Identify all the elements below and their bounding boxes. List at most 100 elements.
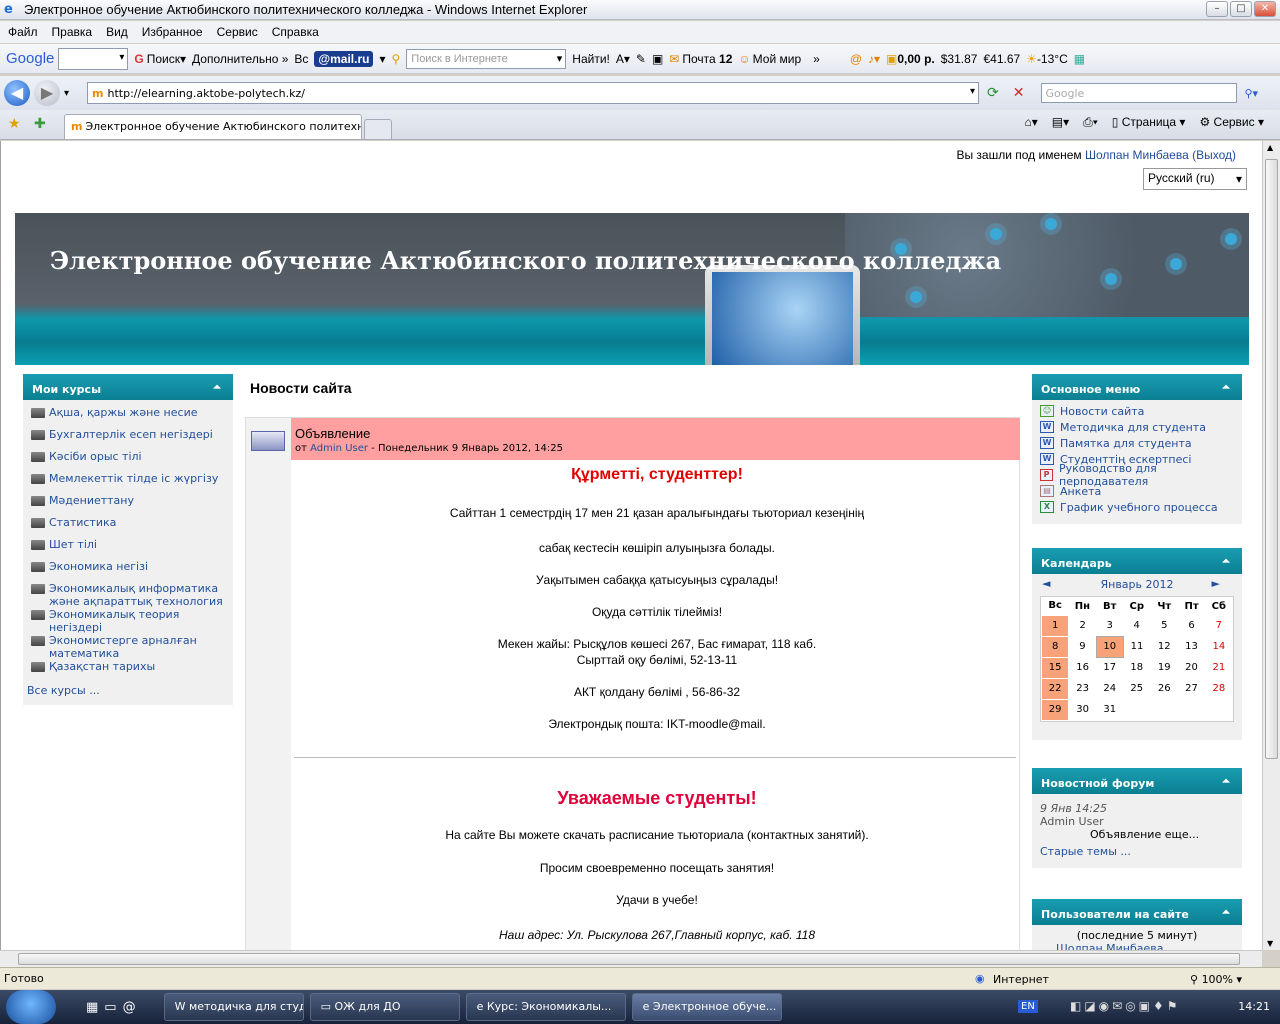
- menu-favorites[interactable]: Избранное: [142, 25, 203, 39]
- calendar-day[interactable]: 22: [1040, 677, 1070, 700]
- search-icon[interactable]: ⚲▾: [1245, 87, 1259, 100]
- menu-item-guide[interactable]: W Методичка для студента: [1040, 419, 1234, 435]
- new-tab-button[interactable]: [364, 119, 392, 139]
- minimize-button[interactable]: –: [1206, 1, 1228, 17]
- calendar-day[interactable]: 3: [1096, 615, 1123, 636]
- mailru-logo[interactable]: @mail.ru: [314, 50, 374, 67]
- address-input[interactable]: m http://elearning.aktobe-polytech.kz/: [87, 82, 980, 104]
- main-menu-header[interactable]: Основное меню ⏶: [1032, 374, 1242, 400]
- logout-link[interactable]: (Выход): [1192, 148, 1236, 162]
- calendar-day[interactable]: 30: [1069, 699, 1096, 720]
- zoom-control[interactable]: ⚲ 100% ▾: [1190, 973, 1242, 986]
- overflow-chevron-icon[interactable]: »: [813, 52, 820, 66]
- menu-view[interactable]: Вид: [106, 25, 128, 39]
- post-author-link[interactable]: Admin User: [310, 443, 368, 454]
- taskbar-item[interactable]: e Курс: Экономикалы...: [465, 993, 626, 1021]
- close-button[interactable]: ✕: [1254, 1, 1276, 17]
- menu-edit[interactable]: Правка: [52, 25, 93, 39]
- calendar-day[interactable]: 17: [1096, 657, 1123, 678]
- user-link[interactable]: Шолпан Минбаева: [1085, 148, 1189, 162]
- horizontal-scrollbar[interactable]: [0, 950, 1262, 967]
- next-month-icon[interactable]: ►: [1212, 577, 1220, 590]
- my-courses-header[interactable]: Мои курсы ⏶: [23, 374, 233, 400]
- course-item[interactable]: Экономикалық теория негіздері: [31, 608, 225, 634]
- calendar-day[interactable]: 5: [1151, 615, 1178, 636]
- course-item[interactable]: Шет тілі: [31, 538, 225, 560]
- calendar-day[interactable]: 11: [1123, 636, 1150, 657]
- calendar-day-today[interactable]: 10: [1095, 635, 1124, 658]
- google-search-button[interactable]: G Поиск ▾: [134, 52, 186, 66]
- menu-item-memo[interactable]: W Памятка для студента: [1040, 435, 1234, 451]
- taskbar-item[interactable]: W методичка для студ...: [163, 993, 304, 1021]
- quicklaunch-icons[interactable]: ▦▭@: [86, 1000, 142, 1015]
- calendar-day[interactable]: 20: [1178, 657, 1205, 678]
- course-item[interactable]: Экономистерге арналған математика: [31, 634, 225, 660]
- calendar-day[interactable]: 7: [1205, 615, 1232, 636]
- tray-icons[interactable]: ◧◪◉✉◎▣♦⚑: [1070, 999, 1181, 1013]
- google-toolbar-input[interactable]: [58, 47, 129, 70]
- calendar-day[interactable]: 14: [1205, 636, 1232, 657]
- home-icon[interactable]: ⌂▾: [1024, 115, 1037, 130]
- calendar-day[interactable]: 29: [1040, 698, 1070, 721]
- at-icon[interactable]: @: [850, 52, 862, 66]
- calendar-day[interactable]: 8: [1040, 635, 1070, 658]
- prev-month-icon[interactable]: ◄: [1042, 577, 1050, 590]
- calendar-day[interactable]: 13: [1178, 636, 1205, 657]
- calendar-day[interactable]: 9: [1069, 636, 1096, 657]
- calendar-day[interactable]: 19: [1151, 657, 1178, 678]
- back-button[interactable]: ◀: [4, 80, 30, 106]
- forum-post-link[interactable]: Объявление еще...: [1040, 828, 1234, 841]
- stop-button[interactable]: ✕: [1013, 85, 1025, 101]
- add-favorite-icon[interactable]: ✚: [34, 116, 46, 132]
- tools-menu[interactable]: ⚙ Сервис ▾: [1199, 115, 1264, 130]
- collapse-icon[interactable]: ⏶: [1222, 556, 1230, 567]
- language-indicator[interactable]: EN: [1018, 1000, 1038, 1013]
- vertical-scroll-thumb[interactable]: [1265, 159, 1278, 759]
- find-button[interactable]: Найти!: [572, 52, 610, 66]
- favorites-star-icon[interactable]: ★: [8, 116, 21, 132]
- mail-button[interactable]: ✉ Почта 12: [669, 52, 732, 66]
- mailru-dropdown-icon[interactable]: ▾: [379, 52, 385, 66]
- calendar-day[interactable]: 18: [1123, 657, 1150, 678]
- highlight-icon[interactable]: ✎: [636, 52, 646, 66]
- calendar-day[interactable]: 26: [1151, 678, 1178, 699]
- taskbar-item[interactable]: ▭ ОЖ для ДО: [309, 993, 460, 1021]
- online-user[interactable]: Шолпан Минбаева: [1040, 942, 1234, 950]
- course-item[interactable]: Бухгалтерлік есеп негіздері: [31, 428, 225, 450]
- collapse-icon[interactable]: ⏶: [1222, 776, 1230, 787]
- course-item[interactable]: Қазақстан тарихы: [31, 660, 225, 682]
- menu-help[interactable]: Справка: [272, 25, 319, 39]
- calendar-day[interactable]: 25: [1123, 678, 1150, 699]
- page-menu[interactable]: ▯ Страница ▾: [1112, 115, 1186, 130]
- music-icon[interactable]: ♪▾: [868, 52, 880, 66]
- collapse-icon[interactable]: ⏶: [1222, 382, 1230, 393]
- menu-file[interactable]: Файл: [8, 25, 38, 39]
- calendar-day[interactable]: 24: [1096, 678, 1123, 699]
- start-button[interactable]: [6, 990, 56, 1024]
- live-search-input[interactable]: Google: [1040, 83, 1237, 103]
- calendar-day[interactable]: 12: [1151, 636, 1178, 657]
- menu-item-teacher-guide[interactable]: P Руководство для перподавателя: [1040, 462, 1234, 488]
- refresh-button[interactable]: ⟳: [987, 85, 999, 101]
- page-icon[interactable]: ▣: [652, 52, 663, 66]
- menu-item-news[interactable]: ☺ Новости сайта: [1040, 403, 1234, 419]
- course-item[interactable]: Статистика: [31, 516, 225, 538]
- language-select[interactable]: Русский (ru): [1143, 168, 1247, 190]
- font-size-icon[interactable]: A▾: [616, 52, 630, 66]
- more-button[interactable]: Дополнительно »: [192, 52, 288, 66]
- map-icon[interactable]: ▦: [1074, 52, 1085, 66]
- forward-button[interactable]: ▶: [34, 80, 60, 106]
- collapse-icon[interactable]: ⏶: [1222, 907, 1230, 918]
- vertical-scrollbar[interactable]: ▲ ▼: [1262, 141, 1280, 950]
- old-topics-link[interactable]: Старые темы ...: [1040, 845, 1234, 858]
- tab-current[interactable]: m Электронное обучение Актюбинского полит…: [64, 114, 362, 139]
- calendar-day[interactable]: 28: [1205, 678, 1232, 699]
- maximize-button[interactable]: □: [1230, 1, 1252, 17]
- online-users-header[interactable]: Пользователи на сайте ⏶: [1032, 899, 1242, 925]
- print-icon[interactable]: ⎙▾: [1083, 115, 1098, 130]
- calendar-month[interactable]: Январь 2012: [1100, 578, 1173, 591]
- history-dropdown-icon[interactable]: ▾: [64, 88, 69, 99]
- horizontal-scroll-thumb[interactable]: [18, 953, 1240, 965]
- menu-item-schedule[interactable]: X График учебного процесса: [1040, 499, 1234, 515]
- calendar-day[interactable]: 1: [1040, 614, 1070, 637]
